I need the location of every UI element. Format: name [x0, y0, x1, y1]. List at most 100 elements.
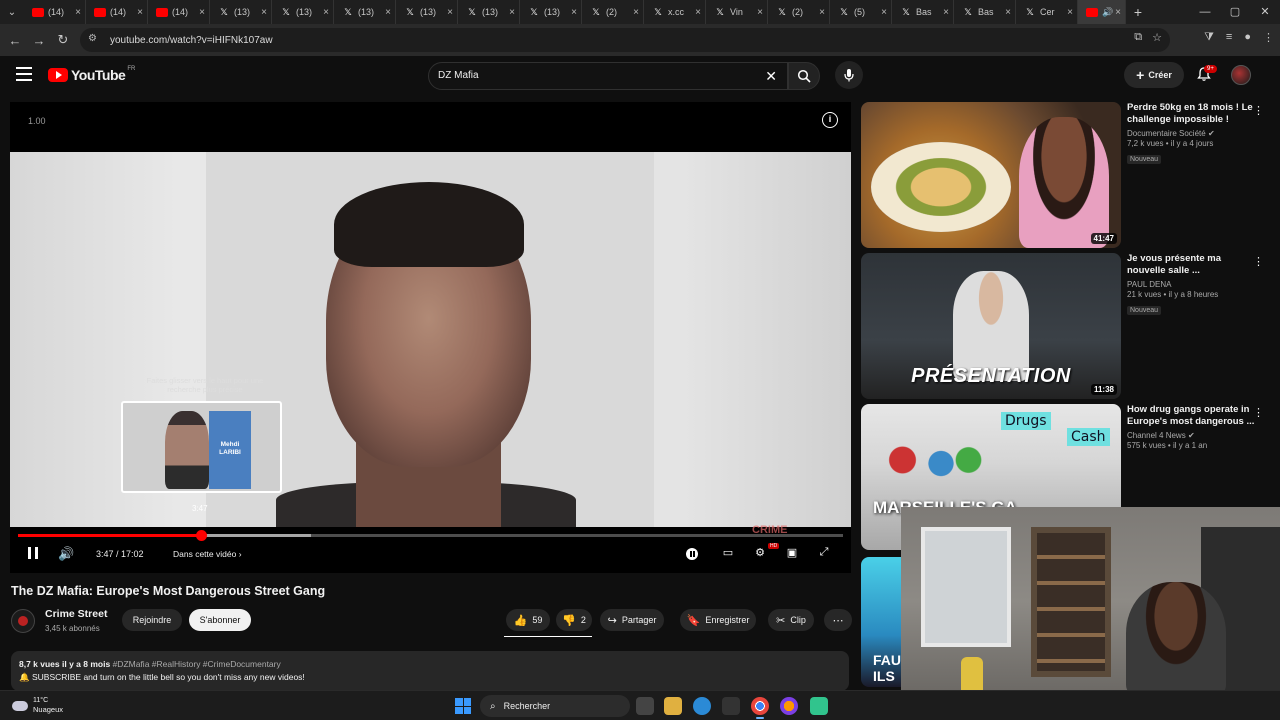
channel-avatar[interactable]	[11, 609, 35, 633]
close-tab-icon[interactable]: ×	[509, 7, 515, 18]
browser-tab[interactable]: (14) ×	[86, 0, 148, 24]
search-button[interactable]	[788, 62, 820, 90]
subtitles-icon[interactable]: ▭	[720, 546, 736, 560]
settings-gear-icon[interactable]: ⚙	[752, 546, 768, 560]
browser-tab[interactable]: 𝕏 Bas ×	[892, 0, 954, 24]
forward-arrow-icon[interactable]: →	[27, 33, 51, 48]
search-input[interactable]: DZ Mafia ✕	[428, 62, 788, 90]
browser-tab[interactable]: (14) ×	[24, 0, 86, 24]
more-options-icon[interactable]: ⋮	[1253, 406, 1264, 419]
hashtags[interactable]: #DZMafia #RealHistory #CrimeDocumentary	[113, 659, 281, 669]
browser-tab[interactable]: 𝕏x.cc ×	[644, 0, 706, 24]
recommendation-title[interactable]: Perdre 50kg en 18 mois ! Le challenge im…	[1127, 102, 1257, 126]
description-box[interactable]: 8,7 k vues il y a 8 mois #DZMafia #RealH…	[11, 651, 849, 691]
close-tab-icon[interactable]: ×	[757, 7, 763, 18]
media-icon[interactable]: ≡	[1226, 31, 1232, 44]
close-tab-icon[interactable]: ×	[1005, 7, 1011, 18]
recommendation-channel[interactable]: Documentaire Société ✔	[1127, 129, 1257, 138]
close-tab-icon[interactable]: ×	[75, 7, 81, 18]
more-actions-button[interactable]: ⋯	[824, 609, 852, 631]
close-tab-icon[interactable]: ×	[1115, 7, 1121, 18]
subscribe-button[interactable]: S'abonner	[189, 609, 251, 631]
browser-tab[interactable]: 𝕏 (13) ×	[396, 0, 458, 24]
install-icon[interactable]: ⧉	[1134, 31, 1142, 44]
close-tab-icon[interactable]: ×	[633, 7, 639, 18]
profile-icon[interactable]: ●	[1244, 31, 1251, 44]
join-button[interactable]: Rejoindre	[122, 609, 182, 631]
app-icon[interactable]	[810, 697, 828, 715]
close-tab-icon[interactable]: ×	[881, 7, 887, 18]
task-view-icon[interactable]	[636, 697, 654, 715]
browser-tab[interactable]: 𝕏 (13) ×	[272, 0, 334, 24]
browser-tab[interactable]: 𝕏 (2) ×	[582, 0, 644, 24]
fullscreen-icon[interactable]: ⤢	[816, 546, 832, 560]
minimize-icon[interactable]: —	[1190, 0, 1220, 24]
browser-tab[interactable]: 𝕏 Vin ×	[706, 0, 768, 24]
more-options-icon[interactable]: ⋮	[1253, 104, 1264, 117]
save-button[interactable]: 🔖 Enregistrer	[680, 609, 756, 631]
recommendation-channel[interactable]: PAUL DENA	[1127, 280, 1257, 289]
chapter-button[interactable]: Dans cette vidéo ›	[173, 549, 242, 559]
file-explorer-icon[interactable]	[664, 697, 682, 715]
maximize-icon[interactable]: ▢	[1220, 0, 1250, 24]
close-window-icon[interactable]: ✕	[1250, 0, 1280, 24]
close-tab-icon[interactable]: ×	[695, 7, 701, 18]
info-icon[interactable]: i	[822, 112, 838, 128]
close-tab-icon[interactable]: ×	[385, 7, 391, 18]
browser-tab[interactable]: 𝕏 (13) ×	[458, 0, 520, 24]
close-tab-icon[interactable]: ×	[943, 7, 949, 18]
recommendation-thumbnail[interactable]: PRÉSENTATION 11:38	[861, 253, 1121, 399]
close-tab-icon[interactable]: ×	[571, 7, 577, 18]
bookmark-star-icon[interactable]: ☆	[1152, 31, 1162, 44]
close-tab-icon[interactable]: ×	[199, 7, 205, 18]
create-button[interactable]: + Créer	[1124, 62, 1184, 88]
menu-dots-icon[interactable]: ⋮	[1263, 31, 1274, 44]
extensions-icon[interactable]: ⧩	[1204, 31, 1214, 44]
share-button[interactable]: ↪ Partager	[600, 609, 664, 631]
new-tab-button[interactable]: +	[1126, 4, 1150, 20]
recommendation-channel[interactable]: Channel 4 News ✔	[1127, 431, 1257, 440]
video-player[interactable]: CRIME 1.00 i Faites glisser vers le haut…	[10, 102, 851, 573]
close-tab-icon[interactable]: ×	[261, 7, 267, 18]
recommendation-thumbnail[interactable]: 41:47	[861, 102, 1121, 248]
close-tab-icon[interactable]: ×	[1067, 7, 1073, 18]
browser-tab[interactable]: 𝕏 (13) ×	[334, 0, 396, 24]
channel-name[interactable]: Crime Street	[45, 608, 107, 620]
scrubber-handle[interactable]	[196, 530, 208, 541]
omnibox[interactable]: ⚙ youtube.com/watch?v=iHIFNk107aw ⧉ ☆	[80, 28, 1170, 52]
voice-search-button[interactable]	[835, 61, 863, 89]
taskbar-search[interactable]: ⌕ Rechercher	[480, 695, 630, 717]
close-tab-icon[interactable]: ×	[137, 7, 143, 18]
store-icon[interactable]	[722, 697, 740, 715]
recommendation-card[interactable]: PRÉSENTATION 11:38 Je vous présente ma n…	[861, 253, 1271, 399]
back-arrow-icon[interactable]: ←	[3, 33, 27, 48]
reload-icon[interactable]: ↻	[51, 32, 75, 48]
account-avatar[interactable]	[1231, 65, 1251, 85]
tab-search-chevron-icon[interactable]: ⌄	[0, 0, 24, 24]
youtube-logo[interactable]: YouTube FR	[48, 66, 135, 83]
more-options-icon[interactable]: ⋮	[1253, 255, 1264, 268]
dislike-button[interactable]: 👎 2	[556, 609, 592, 631]
browser-tab[interactable]: 𝕏 (5) ×	[830, 0, 892, 24]
site-info-icon[interactable]: ⚙	[88, 33, 102, 47]
browser-tab[interactable]: 𝕏 (13) ×	[520, 0, 582, 24]
menu-icon[interactable]	[16, 67, 32, 81]
close-tab-icon[interactable]: ×	[447, 7, 453, 18]
like-button[interactable]: 👍 59	[506, 609, 550, 631]
weather-widget[interactable]: 11°C Nuageux	[12, 697, 63, 714]
close-tab-icon[interactable]: ×	[819, 7, 825, 18]
browser-tab[interactable]: (14) ×	[148, 0, 210, 24]
recommendation-title[interactable]: How drug gangs operate in Europe's most …	[1127, 404, 1257, 428]
tab-active[interactable]: 🔊 ×	[1078, 0, 1126, 24]
browser-tab[interactable]: 𝕏 Bas ×	[954, 0, 1016, 24]
clear-search-icon[interactable]: ✕	[765, 68, 777, 85]
browser-tab[interactable]: 𝕏 (13) ×	[210, 0, 272, 24]
close-tab-icon[interactable]: ×	[323, 7, 329, 18]
edge-browser-icon[interactable]	[693, 697, 711, 715]
windows-start-icon[interactable]	[455, 698, 471, 714]
recommendation-card[interactable]: 41:47 Perdre 50kg en 18 mois ! Le challe…	[861, 102, 1271, 248]
chrome-icon[interactable]	[751, 697, 769, 719]
progress-bar[interactable]	[18, 530, 843, 541]
clip-button[interactable]: ✂ Clip	[768, 609, 814, 631]
autoplay-toggle-icon[interactable]	[686, 548, 698, 560]
